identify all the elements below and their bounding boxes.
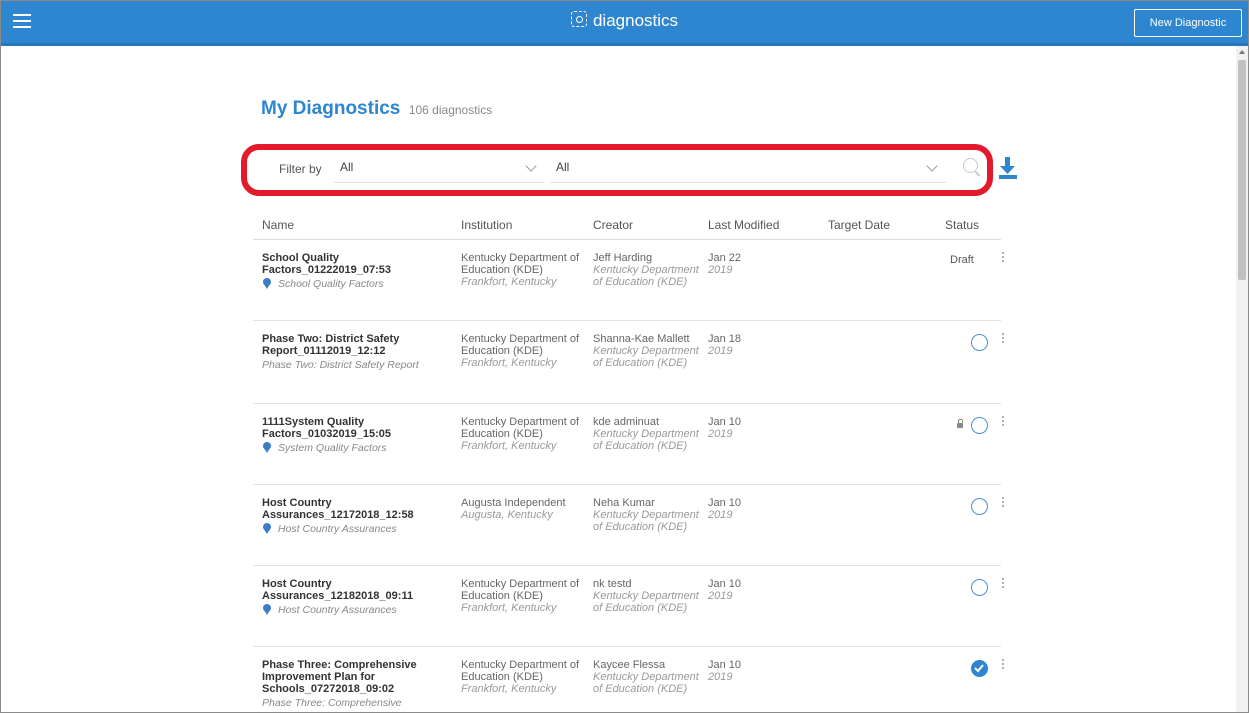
diagnostic-name-link[interactable]: Host Country Assurances_12172018_12:58 [262, 497, 442, 521]
diagnostics-logo-icon [570, 11, 587, 27]
diagnostic-count: 106 diagnostics [408, 103, 493, 117]
more-options-icon[interactable] [1001, 497, 1005, 509]
lock-icon [957, 419, 963, 428]
app-window: diagnostics New Diagnostic My Diagnostic… [0, 0, 1249, 713]
table-row[interactable]: 1111System Quality Factors_01032019_15:0… [253, 404, 1004, 485]
ribbon-icon [263, 442, 271, 453]
table-row[interactable]: Host Country Assurances_12182018_09:11 H… [253, 566, 1004, 647]
ribbon-icon [263, 523, 271, 534]
more-options-icon[interactable] [1001, 416, 1005, 428]
vertical-scrollbar[interactable] [1236, 46, 1248, 712]
ribbon-icon [263, 278, 271, 289]
page-header: My Diagnostics 106 diagnostics [261, 98, 492, 120]
column-header-name[interactable]: Name [262, 218, 294, 232]
chevron-down-icon [926, 160, 938, 172]
top-navbar: diagnostics New Diagnostic [1, 1, 1248, 46]
ribbon-icon [263, 604, 271, 615]
search-icon[interactable] [963, 158, 978, 173]
more-options-icon[interactable] [1001, 659, 1005, 671]
diagnostic-name-link[interactable]: Phase Two: District Safety Report_011120… [262, 333, 442, 357]
table-row[interactable]: Phase Three: Comprehensive Improvement P… [253, 647, 1004, 712]
filter-value-select[interactable]: All [550, 153, 946, 183]
diagnostic-name-link[interactable]: Host Country Assurances_12182018_09:11 [262, 578, 442, 602]
status-badge: Draft [950, 254, 974, 266]
scroll-up-arrow-icon[interactable] [1239, 50, 1245, 54]
table-row[interactable]: Host Country Assurances_12172018_12:58 H… [253, 485, 1004, 566]
download-icon[interactable] [998, 156, 1018, 180]
column-header-status[interactable]: Status [945, 218, 979, 232]
column-header-institution[interactable]: Institution [461, 218, 512, 232]
chevron-down-icon [525, 160, 537, 172]
page-title: My Diagnostics [261, 98, 401, 119]
column-header-last-modified[interactable]: Last Modified [708, 218, 779, 232]
scrollbar-thumb[interactable] [1238, 60, 1246, 280]
diagnostic-name-link[interactable]: School Quality Factors_01222019_07:53 [262, 252, 442, 276]
status-empty-circle-icon [971, 498, 988, 515]
filter-type-select[interactable]: All [334, 153, 545, 183]
status-empty-circle-icon [971, 334, 988, 351]
diagnostic-name-link[interactable]: 1111System Quality Factors_01032019_15:0… [262, 416, 442, 440]
column-header-target-date[interactable]: Target Date [828, 218, 890, 232]
filter-label: Filter by [279, 162, 322, 176]
more-options-icon[interactable] [1001, 578, 1005, 590]
more-options-icon[interactable] [1001, 252, 1005, 264]
table-header: Name Institution Creator Last Modified T… [253, 213, 1001, 240]
more-options-icon[interactable] [1001, 333, 1005, 345]
status-empty-circle-icon [971, 579, 988, 596]
new-diagnostic-button[interactable]: New Diagnostic [1134, 9, 1242, 37]
table-row[interactable]: School Quality Factors_01222019_07:53 Sc… [253, 240, 1004, 321]
column-header-creator[interactable]: Creator [593, 218, 633, 232]
status-complete-check-icon [971, 660, 988, 677]
status-empty-circle-icon [971, 417, 988, 434]
brand-logo: diagnostics [1, 11, 1248, 31]
table-row[interactable]: Phase Two: District Safety Report_011120… [253, 321, 1004, 404]
diagnostic-name-link[interactable]: Phase Three: Comprehensive Improvement P… [262, 659, 442, 695]
